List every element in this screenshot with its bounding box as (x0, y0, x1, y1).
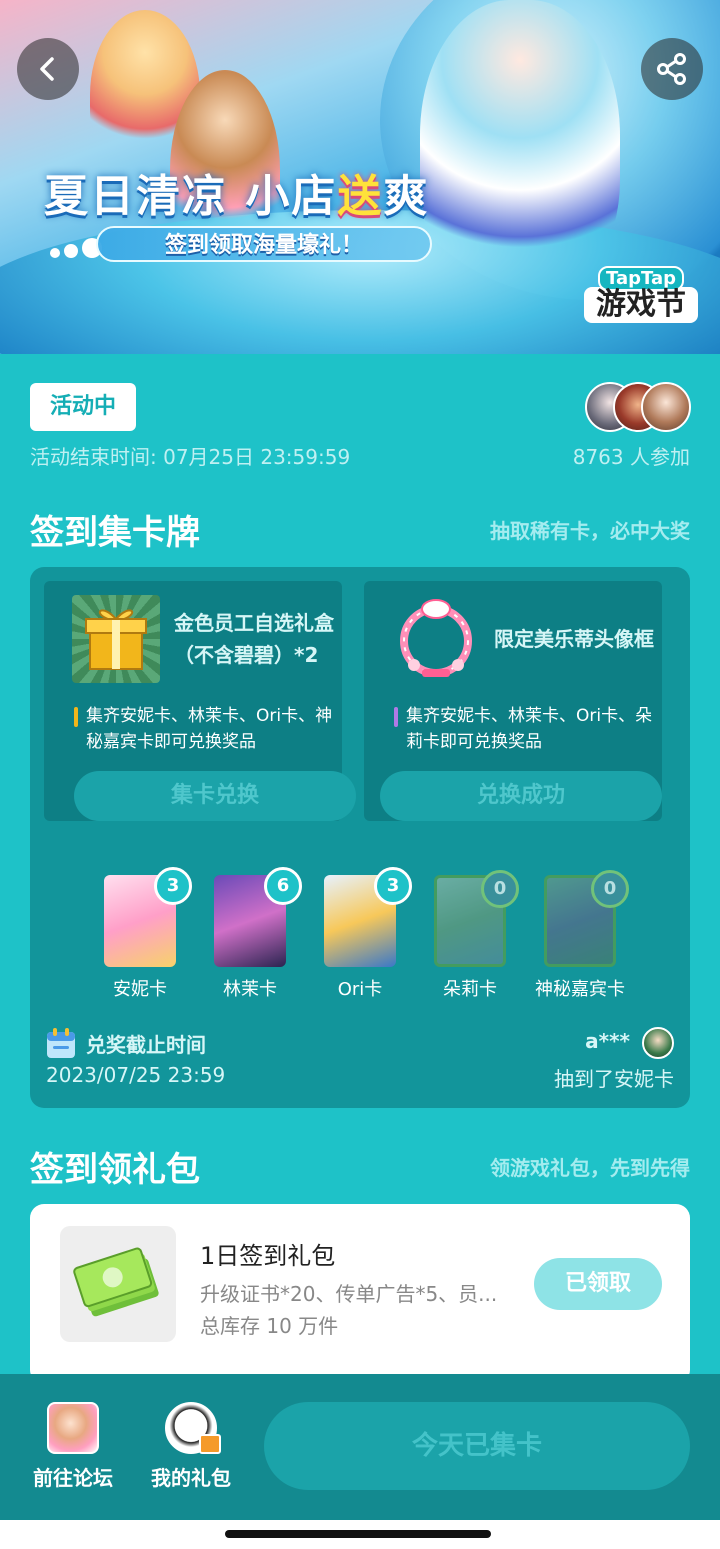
back-button[interactable] (17, 38, 79, 100)
card-anni[interactable]: 3 (104, 867, 192, 967)
logo-bottom: 游戏节 (584, 287, 698, 323)
chevron-left-icon (40, 57, 54, 81)
avatar-frame-graphic (400, 599, 472, 677)
gift-package-card: 1日签到礼包 升级证书*20、传单广告*5、员... 总库存 10 万件 已领取 (30, 1204, 690, 1384)
card-linmo[interactable]: 6 (214, 867, 302, 967)
card-label: 安妮卡 (113, 979, 167, 1000)
card-count-badge: 3 (374, 867, 412, 905)
hero-banner: 夏日清凉 小店送爽 签到领取海量壕礼！ TapTap 游戏节 (0, 0, 720, 354)
activity-end-time: 活动结束时间: 07月25日 23:59:59 (30, 445, 351, 469)
claimed-button[interactable]: 已领取 (534, 1258, 662, 1310)
card-list: 3 安妮卡 6 林茉卡 3 Ori卡 0 朵莉卡 0 神秘嘉宾卡 (30, 867, 690, 1000)
hero-title: 夏日清凉 小店送爽 (44, 160, 429, 224)
gift-package-items: 升级证书*20、传单广告*5、员... (200, 1282, 498, 1306)
gift-icon (199, 1434, 221, 1454)
my-gifts-nav-button[interactable]: 我的礼包 (136, 1402, 246, 1491)
hero-title-accent: 送 (337, 171, 384, 222)
share-button[interactable] (641, 38, 703, 100)
my-gifts-label: 我的礼包 (151, 1466, 231, 1490)
reward-gold-gift-box: 金色员工自选礼盒（不含碧碧）*2 集齐安妮卡、林茉卡、Ori卡、神秘嘉宾卡即可兑… (44, 581, 356, 821)
exchange-success-button[interactable]: 兑换成功 (380, 771, 662, 821)
gift-box-graphic (85, 609, 147, 670)
avatar (642, 1027, 674, 1059)
card-label: 神秘嘉宾卡 (535, 979, 625, 1000)
card-count-badge: 3 (154, 867, 192, 905)
reward-name: 金色员工自选礼盒（不含碧碧）*2 (174, 611, 334, 667)
winner-name: a*** (585, 1029, 630, 1053)
hero-character (420, 0, 620, 300)
card-duoli[interactable]: 0 (434, 870, 519, 967)
share-icon (657, 53, 686, 85)
home-indicator[interactable] (225, 1530, 491, 1538)
reward-name: 限定美乐蒂头像框 (494, 627, 654, 651)
card-label: 林茉卡 (223, 979, 277, 1000)
collect-section-title: 签到集卡牌 (30, 513, 200, 553)
card-collection-panel: 金色员工自选礼盒（不含碧碧）*2 集齐安妮卡、林茉卡、Ori卡、神秘嘉宾卡即可兑… (30, 567, 690, 1108)
gift-package-icon (60, 1226, 176, 1342)
card-label: Ori卡 (337, 979, 383, 1000)
participant-count: 8763 人参加 (572, 445, 690, 469)
activity-status-badge: 活动中 (30, 383, 136, 431)
card-count-badge: 6 (264, 867, 302, 905)
bottom-action-bar: 前往论坛 我的礼包 今天已集卡 (0, 1374, 720, 1520)
hero-title-part: 夏日清凉 小店 (44, 171, 338, 222)
collect-exchange-button[interactable]: 集卡兑换 (74, 771, 356, 821)
card-ori[interactable]: 3 (324, 867, 412, 967)
gift-section-title: 签到领礼包 (30, 1150, 200, 1190)
card-count-badge: 0 (591, 870, 629, 908)
winner-result: 抽到了安妮卡 (554, 1067, 674, 1091)
reward-avatar-frame: 限定美乐蒂头像框 集齐安妮卡、林茉卡、Ori卡、朵莉卡即可兑换奖品 兑换成功 (364, 581, 662, 821)
calendar-icon (47, 1028, 75, 1058)
reward-description: 集齐安妮卡、林茉卡、Ori卡、朵莉卡即可兑换奖品 (394, 703, 654, 755)
avatar-frame-icon (392, 595, 480, 683)
forum-icon (47, 1402, 99, 1454)
card-count-badge: 0 (481, 870, 519, 908)
gift-package-name: 1日签到礼包 (200, 1242, 336, 1270)
hero-title-part: 爽 (383, 171, 430, 222)
hero-subtitle: 签到领取海量壕礼！ (96, 226, 432, 262)
gift-box-icon (72, 595, 160, 683)
avatar (641, 382, 691, 432)
gift-package-stock: 总库存 10 万件 (200, 1314, 339, 1338)
taptap-festival-logo: TapTap 游戏节 (584, 266, 698, 328)
my-gifts-icon (165, 1402, 221, 1454)
collected-today-button[interactable]: 今天已集卡 (264, 1402, 690, 1490)
deadline-value: 2023/07/25 23:59 (46, 1063, 226, 1087)
money-stack-icon (73, 1247, 159, 1317)
forum-label: 前往论坛 (33, 1466, 113, 1490)
latest-winner: a*** 抽到了安妮卡 (434, 1027, 674, 1092)
gift-section-hint: 领游戏礼包，先到先得 (490, 1156, 690, 1180)
collect-section-hint: 抽取稀有卡，必中大奖 (490, 519, 690, 543)
card-label: 朵莉卡 (443, 979, 497, 1000)
reward-description: 集齐安妮卡、林茉卡、Ori卡、神秘嘉宾卡即可兑换奖品 (74, 703, 334, 755)
forum-nav-button[interactable]: 前往论坛 (18, 1402, 128, 1491)
deadline-label: 兑奖截止时间 (86, 1033, 206, 1057)
card-mystery-guest[interactable]: 0 (544, 870, 629, 967)
